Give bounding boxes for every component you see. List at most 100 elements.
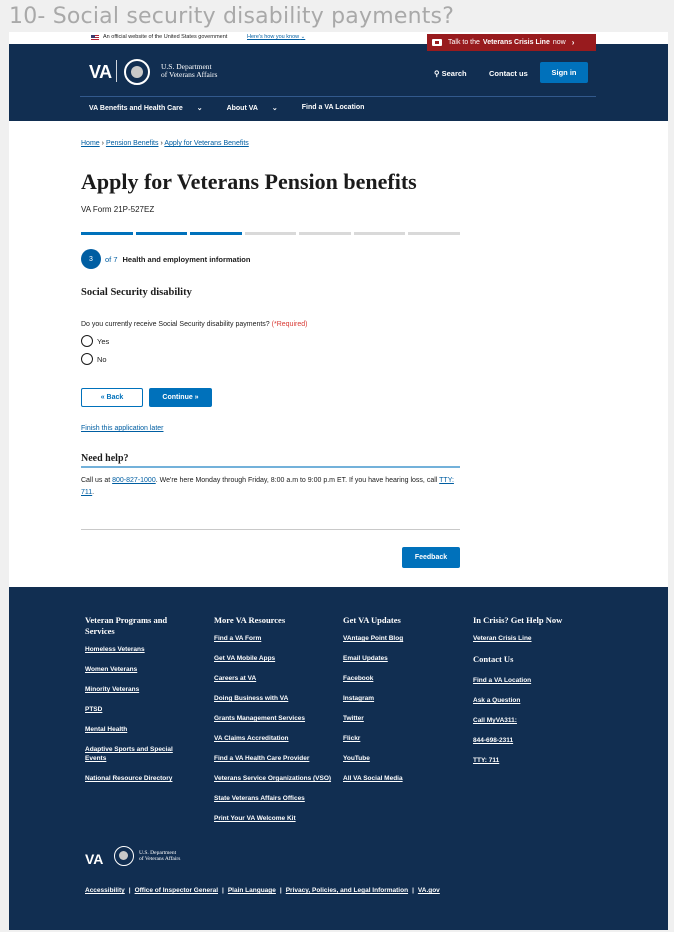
footer-link[interactable]: VA Claims Accreditation	[214, 734, 332, 743]
need-help-heading: Need help?	[81, 453, 129, 464]
footer-link[interactable]: Veterans Service Organizations (VSO)	[214, 774, 332, 783]
footer-link[interactable]: Email Updates	[343, 654, 453, 663]
footer-link[interactable]: Mental Health	[85, 725, 195, 734]
footer-heading: In Crisis? Get Help Now	[473, 615, 563, 625]
footer-dept-name: U.S. Department of Veterans Affairs	[139, 850, 181, 862]
radio-icon[interactable]	[81, 335, 93, 347]
progress-segment	[135, 232, 188, 235]
footer-bottom-link[interactable]: Office of Inspector General	[135, 887, 218, 894]
site-header: An official website of the United States…	[9, 32, 668, 121]
radio-icon[interactable]	[81, 353, 93, 365]
contact-us-link[interactable]: Contact us	[489, 69, 528, 78]
form-number: VA Form 21P-527EZ	[81, 205, 155, 214]
finish-later-link[interactable]: Finish this application later	[81, 425, 164, 432]
breadcrumb-pension[interactable]: Pension Benefits	[106, 140, 159, 147]
search-button[interactable]: ⚲ Search	[434, 69, 467, 78]
footer-link[interactable]: Flickr	[343, 734, 453, 743]
breadcrumb-home[interactable]: Home	[81, 140, 100, 147]
va-logo[interactable]: VA	[89, 62, 112, 83]
divider	[81, 529, 460, 530]
footer-link[interactable]: Minority Veterans	[85, 685, 195, 694]
footer-link[interactable]: VAntage Point Blog	[343, 634, 453, 643]
va-seal-icon	[124, 59, 150, 85]
footer-col-updates: Get VA Updates VAntage Point Blog Email …	[343, 615, 453, 794]
footer-subheading: Contact Us	[473, 654, 514, 664]
footer-bottom-link[interactable]: Accessibility	[85, 887, 125, 894]
footer-bottom-link[interactable]: Plain Language	[228, 887, 276, 894]
continue-button[interactable]: Continue »	[149, 388, 212, 407]
footer-link[interactable]: Find a VA Location	[473, 676, 593, 685]
page: An official website of the United States…	[9, 32, 668, 930]
footer-link[interactable]: Homeless Veterans	[85, 645, 195, 654]
footer-bottom-links: Accessibility | Office of Inspector Genera…	[85, 887, 440, 894]
chevron-down-icon: ⌄	[271, 105, 278, 112]
flag-icon	[91, 35, 99, 41]
chevron-down-icon: ⌄	[300, 34, 306, 40]
progress-segment	[244, 232, 297, 235]
nav-item-about[interactable]: About VA ⌄	[227, 104, 290, 112]
nav-item-find-location[interactable]: Find a VA Location	[302, 104, 365, 112]
crisis-line-button[interactable]: Talk to the Veterans Crisis Line now ›	[427, 34, 596, 51]
va-seal-icon	[114, 846, 134, 866]
breadcrumb-current[interactable]: Apply for Veterans Benefits	[164, 140, 248, 147]
section-title: Social Security disability	[81, 287, 192, 298]
footer-link[interactable]: Print Your VA Welcome Kit	[214, 814, 332, 823]
footer-link[interactable]: Call MyVA311:	[473, 716, 593, 725]
footer-heading: More VA Resources	[214, 615, 286, 625]
footer-link[interactable]: PTSD	[85, 705, 195, 714]
help-phone-link[interactable]: 800-827-1000	[112, 477, 156, 484]
footer-link[interactable]: State Veterans Affairs Offices	[214, 794, 332, 803]
footer-link[interactable]: Facebook	[343, 674, 453, 683]
footer-link[interactable]: Women Veterans	[85, 665, 195, 674]
sign-in-button[interactable]: Sign in	[540, 62, 588, 83]
footer-link[interactable]: Veteran Crisis Line	[473, 634, 593, 643]
main-nav: VA Benefits and Health Care ⌄ About VA ⌄…	[89, 104, 376, 112]
radio-no[interactable]: No	[81, 353, 107, 365]
step-indicator: 3 of 7 Health and employment information	[81, 249, 250, 269]
radio-yes[interactable]: Yes	[81, 335, 109, 347]
chevron-down-icon: ⌄	[196, 105, 203, 112]
logo-divider	[116, 60, 117, 82]
footer-link[interactable]: Twitter	[343, 714, 453, 723]
dept-name: U.S. Department of Veterans Affairs	[161, 62, 218, 79]
footer-link[interactable]: All VA Social Media	[343, 774, 453, 783]
footer-bottom-link[interactable]: Privacy, Policies, and Legal Information	[286, 887, 408, 894]
footer-link[interactable]: Find a VA Form	[214, 634, 332, 643]
progress-segment	[408, 232, 461, 235]
footer-link[interactable]: Careers at VA	[214, 674, 332, 683]
site-footer: Veteran Programs and Services Homeless V…	[9, 587, 668, 930]
footer-link[interactable]: Grants Management Services	[214, 714, 332, 723]
chevron-right-icon: ›	[571, 38, 575, 47]
nav-divider	[80, 96, 596, 97]
page-title: Apply for Veterans Pension benefits	[81, 169, 417, 194]
how-you-know-link[interactable]: Here's how you know ⌄	[247, 34, 305, 40]
search-icon: ⚲	[434, 69, 440, 78]
footer-col-programs: Veteran Programs and Services Homeless V…	[85, 615, 195, 794]
progress-segment	[353, 232, 406, 235]
help-text: Call us at 800-827-1000. We're here Mond…	[81, 477, 454, 496]
footer-link[interactable]: YouTube	[343, 754, 453, 763]
footer-link[interactable]: TTY: 711	[473, 756, 593, 765]
breadcrumb: Home › Pension Benefits › Apply for Vete…	[81, 140, 249, 147]
gov-banner-text: An official website of the United States…	[103, 34, 228, 40]
footer-link[interactable]: 844-698-2311	[473, 736, 593, 745]
footer-va-logo[interactable]: VA	[85, 851, 103, 867]
footer-link[interactable]: Doing Business with VA	[214, 694, 332, 703]
back-button[interactable]: « Back	[81, 388, 143, 407]
footer-bottom-link[interactable]: VA.gov	[418, 887, 440, 894]
progress-segment	[299, 232, 351, 235]
progress-segment	[190, 232, 242, 235]
nav-item-benefits[interactable]: VA Benefits and Health Care ⌄	[89, 104, 215, 112]
footer-link[interactable]: Find a VA Health Care Provider	[214, 754, 332, 763]
footer-link[interactable]: National Resource Directory	[85, 774, 195, 783]
footer-col-resources: More VA Resources Find a VA Form Get VA …	[214, 615, 332, 834]
step-number: 3	[81, 249, 101, 269]
feedback-button[interactable]: Feedback	[402, 547, 460, 568]
footer-link[interactable]: Get VA Mobile Apps	[214, 654, 332, 663]
footer-link[interactable]: Ask a Question	[473, 696, 593, 705]
frame-title: 10- Social security disability payments?	[9, 4, 455, 29]
footer-heading: Get VA Updates	[343, 615, 401, 625]
footer-link[interactable]: Instagram	[343, 694, 453, 703]
footer-link[interactable]: Adaptive Sports and Special Events	[85, 745, 195, 763]
progress-segment	[81, 232, 133, 235]
